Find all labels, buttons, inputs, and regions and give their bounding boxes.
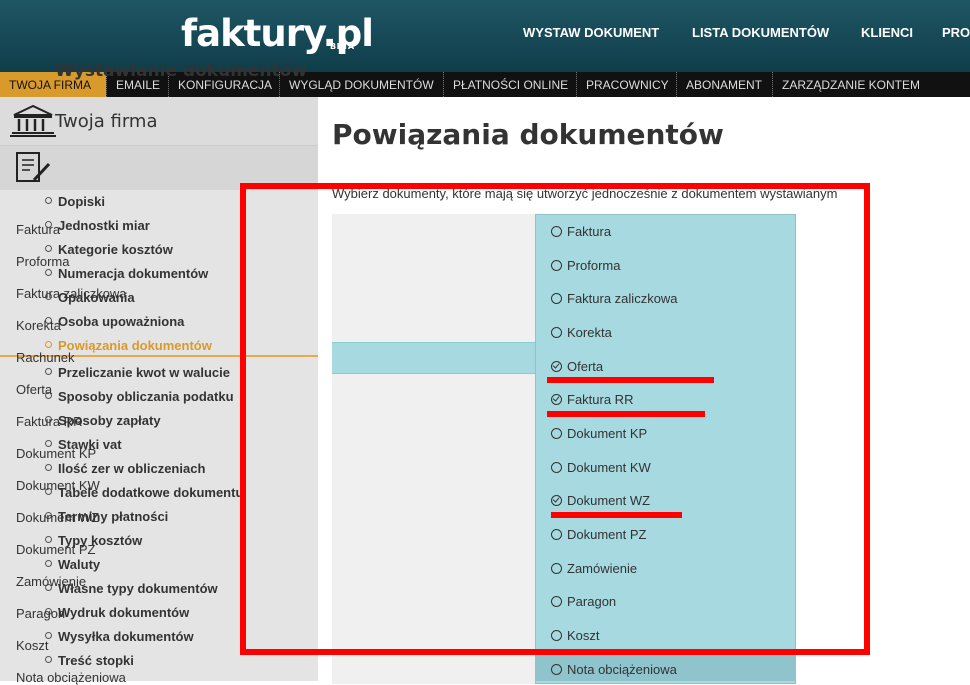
source-doc-rachunek[interactable]: Rachunek [16, 350, 75, 365]
source-doc-dokument-kp[interactable]: Dokument KP [16, 446, 96, 461]
sidebar-item-jednostki-miar[interactable]: Jednostki miar [45, 218, 150, 233]
source-doc-zamowienie[interactable]: Zamówienie [16, 574, 86, 589]
bullet-icon [45, 245, 52, 252]
bullet-icon [45, 656, 52, 663]
source-doc-koszt[interactable]: Koszt [16, 638, 49, 653]
sidebar-item-numeracja-dokumentow[interactable]: Numeracja dokumentów [45, 266, 208, 281]
logo-beta-badge: BETA [330, 42, 355, 51]
subnav-platnosci-online[interactable]: PŁATNOŚCI ONLINE [443, 72, 577, 97]
source-doc-faktura-rr[interactable]: Faktura RR [16, 414, 82, 429]
source-doc-faktura[interactable]: Faktura [16, 222, 60, 237]
sidebar-item-tresc-stopki[interactable]: Treść stopki [45, 653, 134, 668]
bullet-icon [45, 464, 52, 471]
sidebar-item-ilosc-zer[interactable]: Ilość zer w obliczeniach [45, 461, 205, 476]
annotation-underline-oferta [547, 377, 714, 383]
sidebar-item-waluty[interactable]: Waluty [45, 557, 100, 572]
source-doc-korekta[interactable]: Korekta [16, 318, 61, 333]
document-edit-icon [16, 152, 51, 182]
annotation-underline-faktura-rr [547, 411, 705, 417]
source-doc-paragon[interactable]: Paragon [16, 606, 65, 621]
subnav-abonament[interactable]: ABONAMENT [676, 72, 771, 97]
sidebar-section-label: Wystawianie dokumentów [55, 61, 308, 81]
sidebar-item-wysylka-dokumentow[interactable]: Wysyłka dokumentów [45, 629, 194, 644]
sidebar-section-twoja-firma[interactable]: Twoja firma [0, 97, 318, 146]
source-doc-proforma[interactable]: Proforma [16, 254, 69, 269]
bullet-icon [45, 341, 52, 348]
sidebar-item-dopiski[interactable]: Dopiski [45, 194, 105, 209]
nav-wystaw-dokument[interactable]: WYSTAW DOKUMENT [523, 25, 659, 40]
sidebar-section-label: Twoja firma [55, 111, 158, 132]
bullet-icon [45, 368, 52, 375]
source-doc-dokument-kw[interactable]: Dokument KW [16, 478, 100, 493]
annotation-highlight-box [240, 183, 870, 655]
sidebar-item-sposoby-obliczania-podatku[interactable]: Sposoby obliczania podatku [45, 389, 234, 404]
source-doc-dokument-wz[interactable]: Dokument WZ [16, 510, 99, 525]
nav-klienci[interactable]: KLIENCI [861, 25, 913, 40]
bullet-icon [45, 560, 52, 567]
sidebar-item-przeliczanie-kwot[interactable]: Przeliczanie kwot w walucie [45, 365, 230, 380]
nav-lista-dokumentow[interactable]: LISTA DOKUMENTÓW [692, 25, 829, 40]
page-title: Powiązania dokumentów [332, 118, 724, 151]
sidebar-item-wydruk-dokumentow[interactable]: Wydruk dokumentów [45, 605, 189, 620]
annotation-underline-dokument-wz [551, 512, 682, 518]
source-doc-dokument-pz[interactable]: Dokument PZ [16, 542, 95, 557]
source-doc-nota-obciazeniowa[interactable]: Nota obciążeniowa [16, 670, 126, 685]
bullet-icon [45, 197, 52, 204]
subnav-pracownicy[interactable]: PRACOWNICY [576, 72, 678, 97]
source-doc-faktura-zaliczkowa[interactable]: Faktura zaliczkowa [16, 286, 127, 301]
subnav-zarzadzanie-kontem[interactable]: ZARZĄDZANIE KONTEM [772, 72, 929, 97]
source-doc-oferta[interactable]: Oferta [16, 382, 52, 397]
nav-pro[interactable]: PRO [942, 25, 970, 40]
radio-icon[interactable] [551, 664, 562, 675]
linked-doc-nota-obciazeniowa[interactable]: Nota obciążeniowa [551, 662, 677, 677]
bullet-icon [45, 269, 52, 276]
bank-icon [10, 104, 56, 137]
sidebar-item-osoba-upowazniona[interactable]: Osoba upoważniona [45, 314, 184, 329]
